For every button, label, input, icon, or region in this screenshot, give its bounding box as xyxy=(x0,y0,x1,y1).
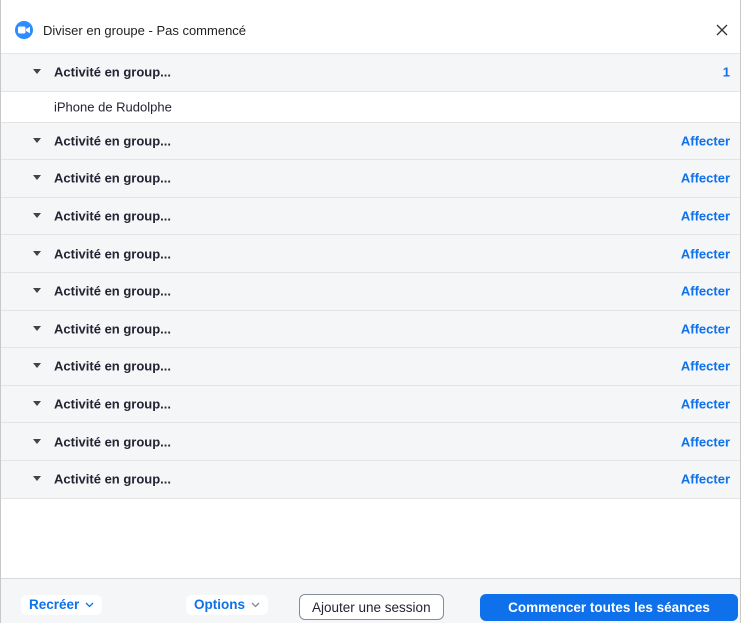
assign-button[interactable]: Affecter xyxy=(681,434,730,449)
room-name: Activité en group... xyxy=(54,133,172,149)
room-list: Activité en group... 1 iPhone de Rudolphe A… xyxy=(1,54,740,499)
window-title: Diviser en groupe - Pas commencé xyxy=(43,23,247,38)
recreate-label: Recréer xyxy=(29,597,80,612)
options-label: Options xyxy=(194,597,245,612)
room-name: Activité en group... xyxy=(54,434,172,450)
room-name: Activité en group... xyxy=(54,396,172,412)
assign-button[interactable]: Affecter xyxy=(681,359,730,374)
caret-down-icon[interactable] xyxy=(33,137,41,143)
breakout-rooms-window: Diviser en groupe - Pas commencé Activit… xyxy=(0,0,741,623)
breakout-room-row[interactable]: Activité en group... Affecter xyxy=(1,348,740,386)
assign-button[interactable]: Affecter xyxy=(681,246,730,261)
options-button[interactable]: Options xyxy=(186,595,268,615)
title-bar: Diviser en groupe - Pas commencé xyxy=(1,0,740,54)
close-button[interactable] xyxy=(710,18,734,42)
breakout-room-row[interactable]: Activité en group... Affecter xyxy=(1,460,740,499)
add-session-button[interactable]: Ajouter une session xyxy=(299,594,444,620)
room-name: Activité en group... xyxy=(54,283,172,299)
room-name: Activité en group... xyxy=(54,358,172,374)
caret-down-icon[interactable] xyxy=(33,325,41,331)
assign-button[interactable]: Affecter xyxy=(681,133,730,148)
caret-down-icon[interactable] xyxy=(33,476,41,482)
chevron-down-icon xyxy=(85,602,94,607)
zoom-camera-icon xyxy=(15,21,33,39)
room-name: Activité en group... xyxy=(54,64,172,80)
room-name: Activité en group... xyxy=(54,208,172,224)
caret-down-icon[interactable] xyxy=(33,363,41,369)
caret-down-icon[interactable] xyxy=(33,175,41,181)
breakout-room-row[interactable]: Activité en group... Affecter xyxy=(1,122,740,161)
add-session-label: Ajouter une session xyxy=(312,599,431,615)
assign-button[interactable]: Affecter xyxy=(681,209,730,224)
breakout-room-row[interactable]: Activité en group... Affecter xyxy=(1,423,740,461)
assign-button[interactable]: Affecter xyxy=(681,321,730,336)
breakout-room-row[interactable]: Activité en group... 1 xyxy=(1,54,740,92)
breakout-room-row[interactable]: Activité en group... Affecter xyxy=(1,160,740,198)
breakout-room-row[interactable]: Activité en group... Affecter xyxy=(1,272,740,311)
assign-button[interactable]: Affecter xyxy=(681,472,730,487)
breakout-room-row[interactable]: Activité en group... Affecter xyxy=(1,385,740,424)
assign-button[interactable]: Affecter xyxy=(681,397,730,412)
participant-name: iPhone de Rudolphe xyxy=(54,99,172,115)
footer-bar: Recréer Options Ajouter une session Comm… xyxy=(1,578,740,623)
room-name: Activité en group... xyxy=(54,471,172,487)
caret-down-icon[interactable] xyxy=(33,288,41,294)
breakout-room-row[interactable]: Activité en group... Affecter xyxy=(1,310,740,349)
room-name: Activité en group... xyxy=(54,321,172,337)
caret-down-icon[interactable] xyxy=(33,213,41,219)
close-icon xyxy=(716,24,728,36)
assign-button[interactable]: Affecter xyxy=(681,284,730,299)
breakout-room-row[interactable]: Activité en group... Affecter xyxy=(1,235,740,273)
participant-row[interactable]: iPhone de Rudolphe xyxy=(1,91,740,123)
start-all-sessions-button[interactable]: Commencer toutes les séances xyxy=(480,594,738,621)
breakout-room-row[interactable]: Activité en group... Affecter xyxy=(1,197,740,236)
room-name: Activité en group... xyxy=(54,246,172,262)
participant-count: 1 xyxy=(722,64,730,80)
caret-down-icon[interactable] xyxy=(33,438,41,444)
room-name: Activité en group... xyxy=(54,170,172,186)
start-all-label: Commencer toutes les séances xyxy=(508,600,710,615)
caret-down-icon[interactable] xyxy=(33,250,41,256)
recreate-button[interactable]: Recréer xyxy=(21,595,103,615)
caret-down-icon[interactable] xyxy=(33,401,41,407)
caret-down-icon[interactable] xyxy=(33,69,41,75)
chevron-down-icon xyxy=(251,602,260,607)
assign-button[interactable]: Affecter xyxy=(681,171,730,186)
